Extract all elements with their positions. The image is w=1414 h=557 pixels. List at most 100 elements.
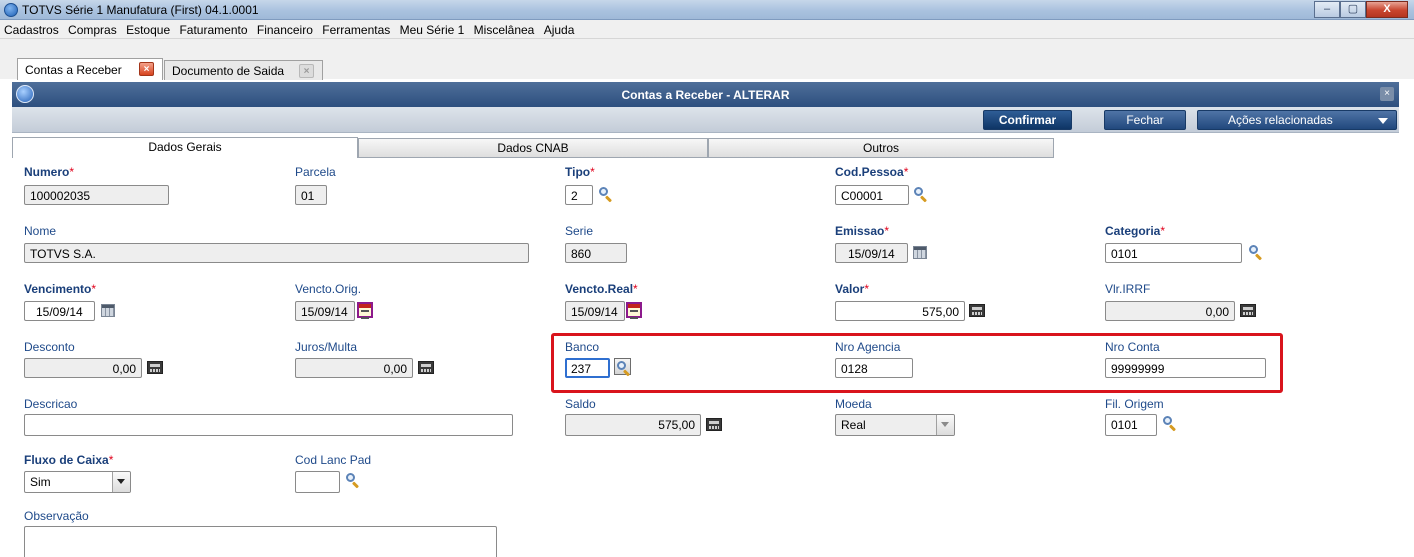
tab-dados-gerais[interactable]: Dados Gerais bbox=[12, 137, 358, 158]
cod-lanc-pad-label: Cod Lanc Pad bbox=[295, 453, 372, 467]
vencto-orig-label: Vencto.Orig. bbox=[295, 282, 362, 296]
calendar-icon[interactable] bbox=[101, 304, 115, 317]
descricao-field[interactable] bbox=[24, 414, 513, 436]
vencimento-label: Vencimento* bbox=[24, 282, 97, 296]
fil-origem-label: Fil. Origem bbox=[1105, 397, 1164, 411]
saldo-label: Saldo bbox=[565, 397, 596, 411]
moeda-label: Moeda bbox=[835, 397, 872, 411]
valor-label: Valor* bbox=[835, 282, 870, 296]
tab-documento-de-saida[interactable]: Documento de Saida × bbox=[164, 60, 323, 80]
vlr-irrf-field[interactable]: 0,00 bbox=[1105, 301, 1235, 321]
nome-field[interactable]: TOTVS S.A. bbox=[24, 243, 529, 263]
search-icon[interactable] bbox=[598, 187, 613, 203]
menu-compras[interactable]: Compras bbox=[65, 20, 120, 37]
moeda-select[interactable]: Real bbox=[835, 414, 955, 436]
calculator-icon[interactable] bbox=[418, 361, 434, 374]
fluxo-caixa-select[interactable]: Sim bbox=[24, 471, 131, 493]
menu-bar: Cadastros Compras Estoque Faturamento Fi… bbox=[0, 20, 1414, 39]
tipo-label: Tipo* bbox=[565, 165, 595, 179]
calculator-icon[interactable] bbox=[147, 361, 163, 374]
emissao-label: Emissao* bbox=[835, 224, 890, 238]
calendar-icon[interactable] bbox=[913, 246, 927, 259]
search-icon[interactable] bbox=[1248, 245, 1263, 261]
saldo-field[interactable]: 575,00 bbox=[565, 414, 701, 436]
vencto-real-field[interactable]: 15/09/14 bbox=[565, 301, 625, 321]
calculator-icon[interactable] bbox=[706, 418, 722, 431]
calculator-icon[interactable] bbox=[969, 304, 985, 317]
vencto-real-label: Vencto.Real* bbox=[565, 282, 638, 296]
parcela-label: Parcela bbox=[295, 165, 336, 179]
vencimento-field[interactable]: 15/09/14 bbox=[24, 301, 95, 321]
menu-ferramentas[interactable]: Ferramentas bbox=[319, 20, 393, 37]
vencto-orig-field[interactable]: 15/09/14 bbox=[295, 301, 355, 321]
close-tab-icon[interactable]: × bbox=[299, 64, 314, 78]
tab-label: Contas a Receber bbox=[25, 63, 122, 77]
app-icon bbox=[4, 3, 18, 17]
calendar-icon[interactable] bbox=[626, 302, 642, 319]
calendar-icon[interactable] bbox=[357, 302, 373, 319]
cod-pessoa-field[interactable]: C00001 bbox=[835, 185, 909, 205]
close-button[interactable]: Fechar bbox=[1104, 110, 1186, 130]
desconto-field[interactable]: 0,00 bbox=[24, 358, 142, 378]
minimize-button[interactable]: – bbox=[1314, 1, 1340, 18]
menu-miscelanea[interactable]: Miscelânea bbox=[471, 20, 538, 37]
menu-estoque[interactable]: Estoque bbox=[123, 20, 173, 37]
observacao-field[interactable] bbox=[24, 526, 497, 557]
action-toolbar: Confirmar Fechar Ações relacionadas bbox=[12, 107, 1399, 133]
search-icon[interactable] bbox=[345, 473, 360, 489]
chevron-down-icon bbox=[936, 415, 954, 435]
fluxo-caixa-label: Fluxo de Caixa* bbox=[24, 453, 114, 467]
moeda-value: Real bbox=[841, 418, 866, 432]
menu-cadastros[interactable]: Cadastros bbox=[0, 20, 62, 37]
form-tabs: Dados Gerais Dados CNAB Outros bbox=[12, 137, 1399, 158]
juros-multa-label: Juros/Multa bbox=[295, 340, 358, 354]
serie-field[interactable]: 860 bbox=[565, 243, 627, 263]
chevron-down-icon bbox=[1378, 118, 1388, 124]
descricao-label: Descricao bbox=[24, 397, 78, 411]
tab-dados-cnab[interactable]: Dados CNAB bbox=[358, 138, 708, 158]
menu-meu-serie-1[interactable]: Meu Série 1 bbox=[397, 20, 468, 37]
emissao-field[interactable]: 15/09/14 bbox=[835, 243, 908, 263]
window-title-bar: TOTVS Série 1 Manufatura (First) 04.1.00… bbox=[0, 0, 1414, 20]
numero-label: Numero* bbox=[24, 165, 75, 179]
chevron-down-icon bbox=[112, 472, 130, 492]
tipo-field[interactable]: 2 bbox=[565, 185, 593, 205]
tab-label: Documento de Saida bbox=[172, 64, 285, 78]
search-icon[interactable] bbox=[1162, 416, 1177, 432]
vlr-irrf-label: Vlr.IRRF bbox=[1105, 282, 1151, 296]
search-icon[interactable] bbox=[913, 187, 928, 203]
desconto-label: Desconto bbox=[24, 340, 75, 354]
related-actions-button[interactable]: Ações relacionadas bbox=[1197, 110, 1397, 130]
menu-financeiro[interactable]: Financeiro bbox=[254, 20, 316, 37]
window-controls: – ▢ X bbox=[1314, 1, 1408, 18]
categoria-field[interactable]: 0101 bbox=[1105, 243, 1242, 263]
menu-faturamento[interactable]: Faturamento bbox=[176, 20, 250, 37]
dialog-header: Contas a Receber - ALTERAR × bbox=[12, 82, 1399, 107]
calculator-icon[interactable] bbox=[1240, 304, 1256, 317]
close-dialog-icon[interactable]: × bbox=[1380, 87, 1394, 101]
observacao-label: Observação bbox=[24, 509, 89, 523]
tab-outros[interactable]: Outros bbox=[708, 138, 1054, 158]
fil-origem-field[interactable]: 0101 bbox=[1105, 414, 1157, 436]
document-tabs: Contas a Receber × Documento de Saida × bbox=[0, 39, 1414, 80]
cod-lanc-pad-field[interactable] bbox=[295, 471, 340, 493]
close-window-button[interactable]: X bbox=[1366, 1, 1408, 18]
nome-label: Nome bbox=[24, 224, 57, 238]
window-title: TOTVS Série 1 Manufatura (First) 04.1.00… bbox=[22, 3, 259, 17]
fluxo-caixa-value: Sim bbox=[30, 475, 51, 489]
close-tab-icon[interactable]: × bbox=[139, 62, 154, 76]
juros-multa-field[interactable]: 0,00 bbox=[295, 358, 413, 378]
numero-field[interactable]: 100002035 bbox=[24, 185, 169, 205]
dialog-title: Contas a Receber - ALTERAR bbox=[621, 88, 790, 102]
serie-label: Serie bbox=[565, 224, 594, 238]
valor-field[interactable]: 575,00 bbox=[835, 301, 965, 321]
parcela-field[interactable]: 01 bbox=[295, 185, 327, 205]
related-actions-label: Ações relacionadas bbox=[1228, 113, 1333, 127]
cod-pessoa-label: Cod.Pessoa* bbox=[835, 165, 909, 179]
highlight-box bbox=[551, 333, 1283, 393]
confirm-button[interactable]: Confirmar bbox=[983, 110, 1072, 130]
maximize-button[interactable]: ▢ bbox=[1340, 1, 1366, 18]
tab-contas-a-receber[interactable]: Contas a Receber × bbox=[17, 58, 163, 80]
menu-ajuda[interactable]: Ajuda bbox=[541, 20, 578, 37]
categoria-label: Categoria* bbox=[1105, 224, 1166, 238]
